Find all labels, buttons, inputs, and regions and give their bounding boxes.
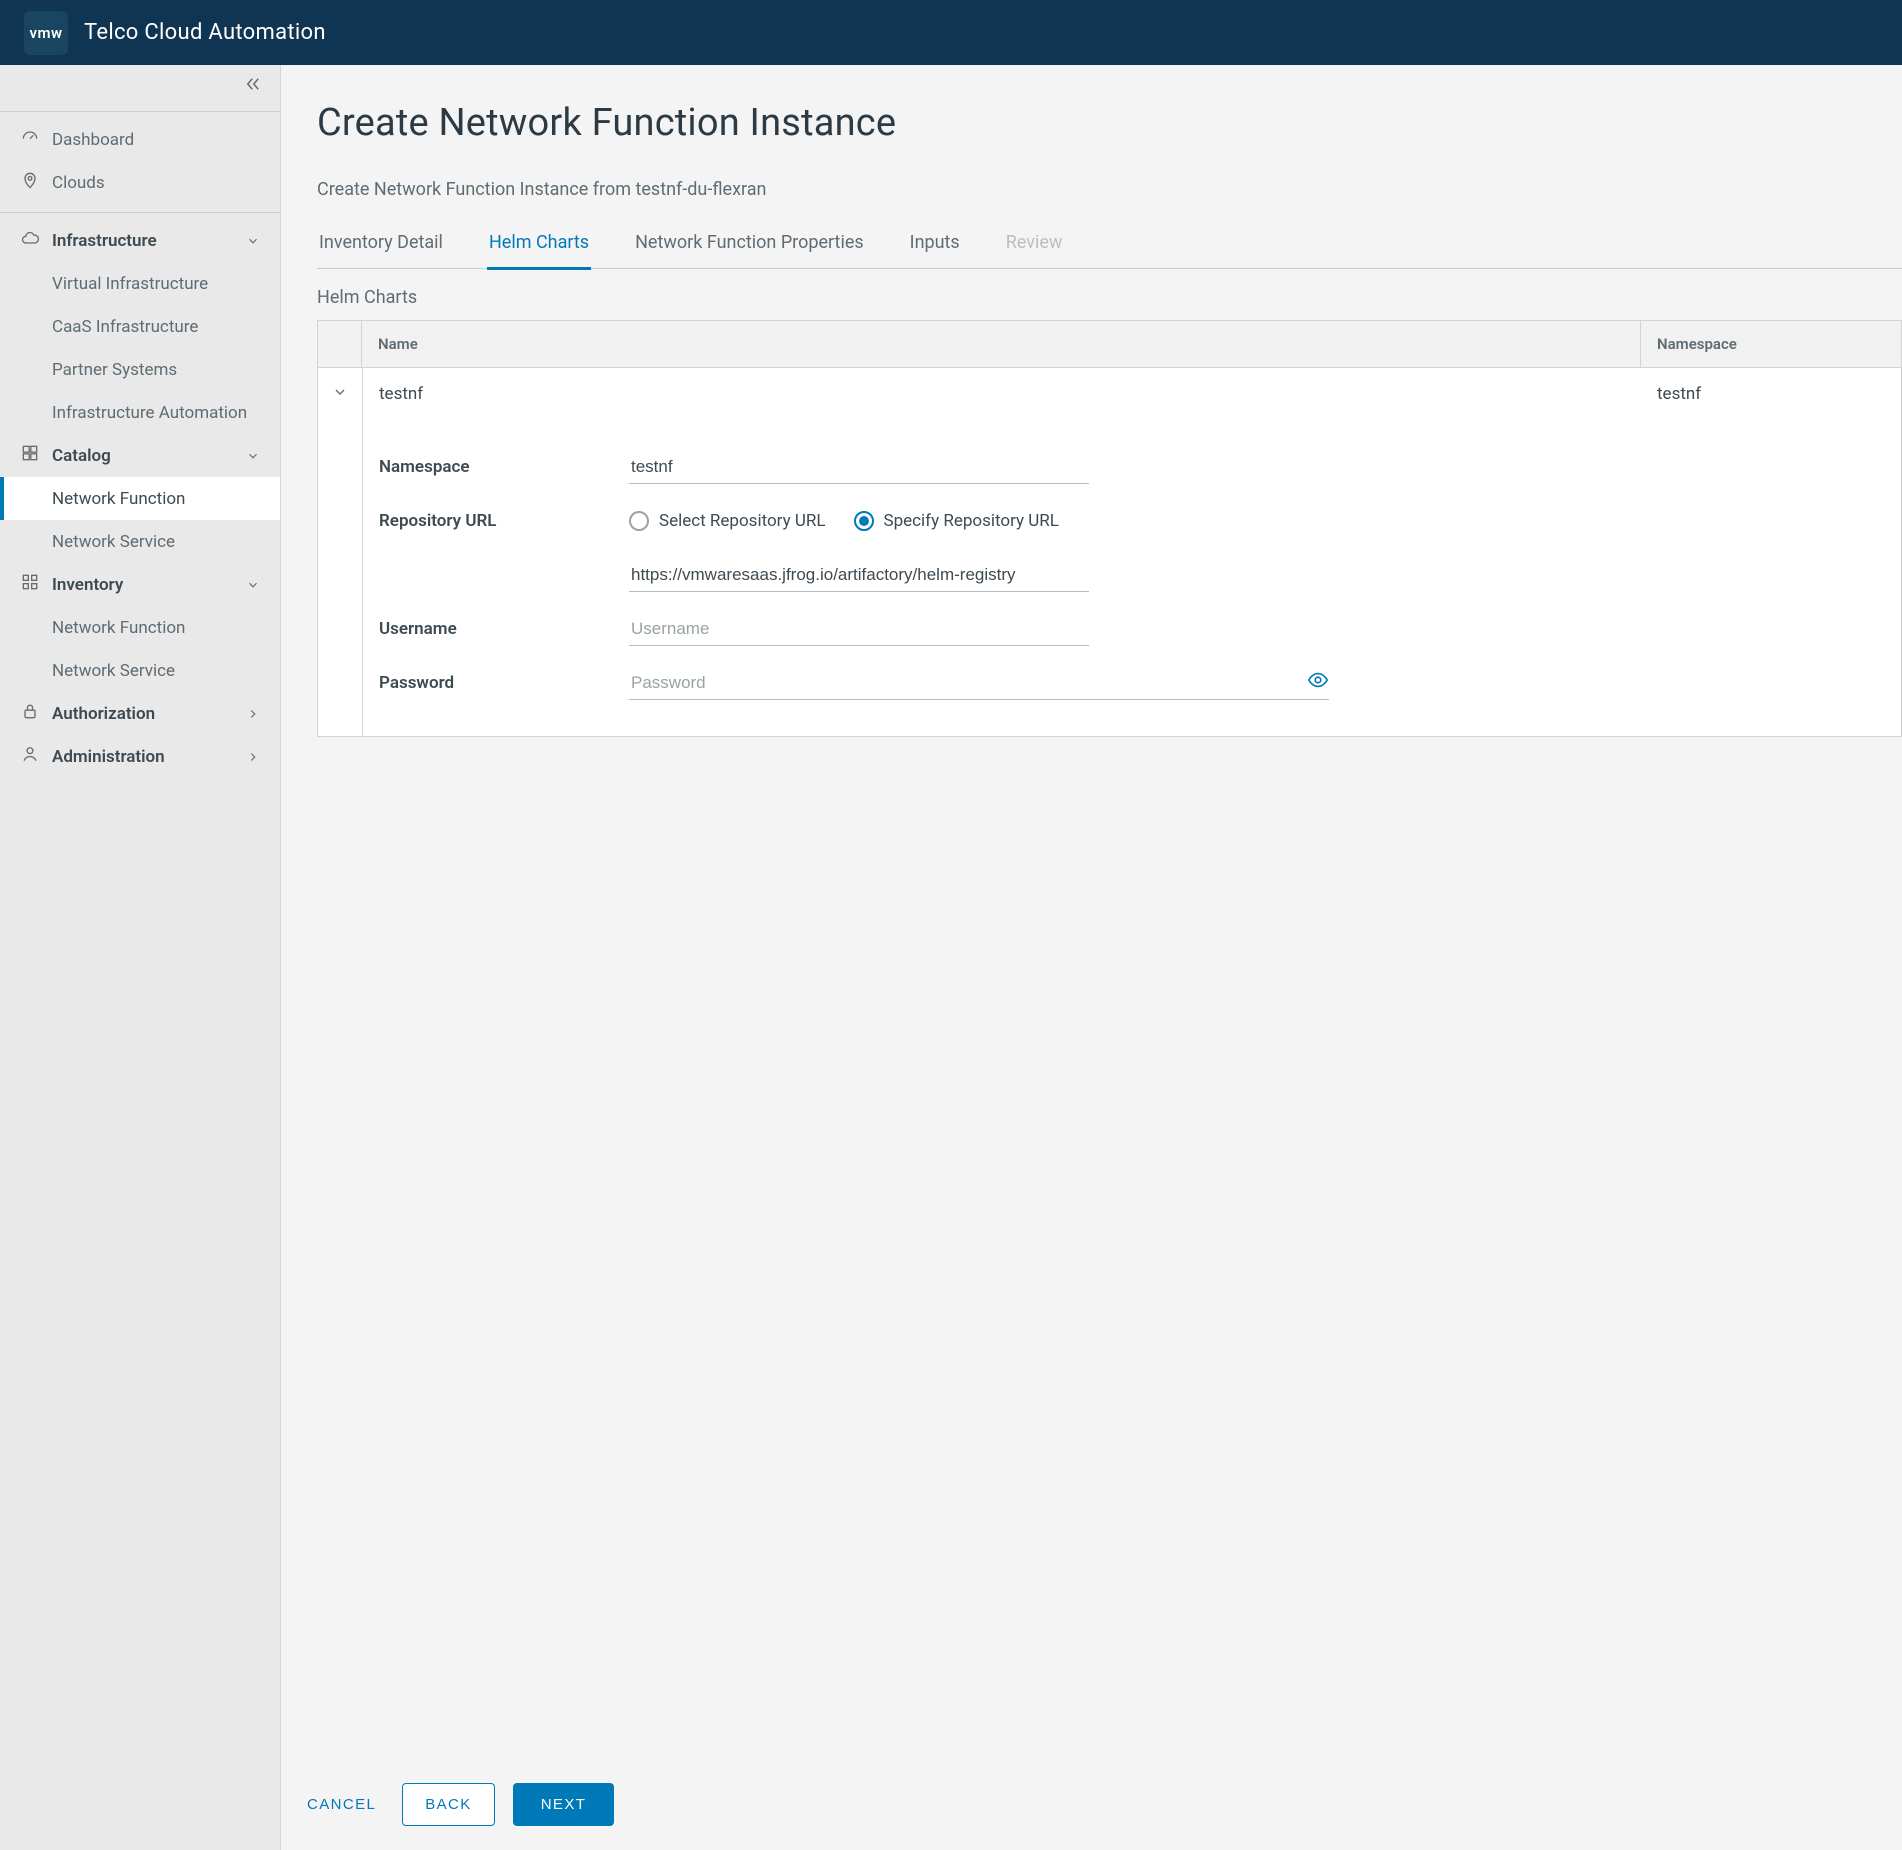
- column-header-name[interactable]: Name: [362, 321, 1641, 367]
- sidebar-item-label: Catalog: [52, 446, 111, 466]
- lock-icon: [20, 701, 40, 726]
- tab-network-function-properties[interactable]: Network Function Properties: [633, 232, 866, 268]
- catalog-icon: [20, 443, 40, 468]
- namespace-label: Namespace: [379, 457, 629, 477]
- password-input[interactable]: [629, 667, 1329, 700]
- tab-inputs[interactable]: Inputs: [908, 232, 962, 268]
- sidebar-item-label: Authorization: [52, 704, 155, 724]
- sidebar-item-virtual-infrastructure[interactable]: Virtual Infrastructure: [0, 262, 280, 305]
- main-content: Create Network Function Instance Create …: [281, 65, 1902, 1850]
- username-input[interactable]: [629, 613, 1089, 646]
- sidebar-item-inventory-network-service[interactable]: Network Service: [0, 649, 280, 692]
- sidebar-item-label: Administration: [52, 747, 165, 767]
- row-cell-namespace: testnf: [1641, 368, 1901, 420]
- namespace-input[interactable]: [629, 451, 1089, 484]
- table-row: testnf testnf Namespace Rep: [318, 368, 1901, 736]
- sidebar-section-authorization[interactable]: Authorization: [0, 692, 280, 735]
- sidebar-item-label: Dashboard: [52, 130, 134, 150]
- sidebar: Dashboard Clouds Infrastructure Virtual …: [0, 65, 281, 1850]
- sidebar-collapse-icon[interactable]: [244, 75, 262, 97]
- radio-specify-repository-url[interactable]: Specify Repository URL: [854, 511, 1059, 531]
- sidebar-item-catalog-network-service[interactable]: Network Service: [0, 520, 280, 563]
- sidebar-item-catalog-network-function[interactable]: Network Function: [0, 477, 280, 520]
- helm-chart-form: Namespace Repository URL: [363, 420, 1901, 736]
- tab-inventory-detail[interactable]: Inventory Detail: [317, 232, 445, 268]
- page-subtitle: Create Network Function Instance from te…: [317, 179, 1902, 200]
- sidebar-item-caas-infrastructure[interactable]: CaaS Infrastructure: [0, 305, 280, 348]
- sidebar-section-infrastructure[interactable]: Infrastructure: [0, 219, 280, 262]
- sidebar-item-partner-systems[interactable]: Partner Systems: [0, 348, 280, 391]
- location-pin-icon: [20, 170, 40, 195]
- chevron-down-icon: [246, 234, 260, 248]
- app-title: Telco Cloud Automation: [84, 20, 326, 45]
- row-expand-toggle[interactable]: [318, 368, 362, 400]
- sidebar-section-catalog[interactable]: Catalog: [0, 434, 280, 477]
- next-button[interactable]: NEXT: [513, 1783, 615, 1826]
- sidebar-item-label: Inventory: [52, 575, 123, 595]
- sidebar-item-clouds[interactable]: Clouds: [0, 161, 280, 204]
- eye-icon: [1307, 669, 1329, 691]
- cancel-button[interactable]: CANCEL: [299, 1786, 384, 1823]
- sidebar-item-inventory-network-function[interactable]: Network Function: [0, 606, 280, 649]
- app-logo: vmw: [24, 11, 68, 55]
- tab-review: Review: [1004, 232, 1065, 268]
- sidebar-section-inventory[interactable]: Inventory: [0, 563, 280, 606]
- show-password-button[interactable]: [1307, 669, 1329, 695]
- back-button[interactable]: BACK: [402, 1783, 494, 1826]
- cloud-icon: [20, 228, 40, 253]
- section-label-helm-charts: Helm Charts: [317, 287, 1902, 308]
- sidebar-item-dashboard[interactable]: Dashboard: [0, 118, 280, 161]
- user-icon: [20, 744, 40, 769]
- inventory-icon: [20, 572, 40, 597]
- tab-helm-charts[interactable]: Helm Charts: [487, 232, 591, 270]
- helm-charts-table: Name Namespace testnf testnf: [317, 320, 1902, 737]
- table-header: Name Namespace: [318, 321, 1901, 368]
- username-label: Username: [379, 619, 629, 639]
- sidebar-item-label: Clouds: [52, 173, 105, 193]
- sidebar-section-administration[interactable]: Administration: [0, 735, 280, 778]
- radio-label: Specify Repository URL: [884, 511, 1059, 531]
- chevron-right-icon: [246, 707, 260, 721]
- tabs: Inventory Detail Helm Charts Network Fun…: [317, 232, 1902, 269]
- sidebar-item-label: Infrastructure: [52, 231, 157, 251]
- repository-url-label: Repository URL: [379, 511, 629, 531]
- chevron-down-icon: [332, 384, 348, 400]
- password-label: Password: [379, 673, 629, 693]
- app-logo-text: vmw: [29, 24, 62, 42]
- column-header-namespace[interactable]: Namespace: [1641, 321, 1901, 367]
- wizard-footer: CANCEL BACK NEXT: [281, 1759, 1902, 1850]
- repository-url-input[interactable]: [629, 559, 1089, 592]
- radio-dot-icon: [629, 511, 649, 531]
- row-cell-name: testnf: [363, 368, 1641, 420]
- chevron-down-icon: [246, 578, 260, 592]
- radio-dot-icon: [854, 511, 874, 531]
- page-title: Create Network Function Instance: [317, 101, 1902, 145]
- top-bar: vmw Telco Cloud Automation: [0, 0, 1902, 65]
- radio-label: Select Repository URL: [659, 511, 826, 531]
- chevron-right-icon: [246, 750, 260, 764]
- chevron-down-icon: [246, 449, 260, 463]
- gauge-icon: [20, 127, 40, 152]
- radio-select-repository-url[interactable]: Select Repository URL: [629, 511, 826, 531]
- sidebar-item-infrastructure-automation[interactable]: Infrastructure Automation: [0, 391, 280, 434]
